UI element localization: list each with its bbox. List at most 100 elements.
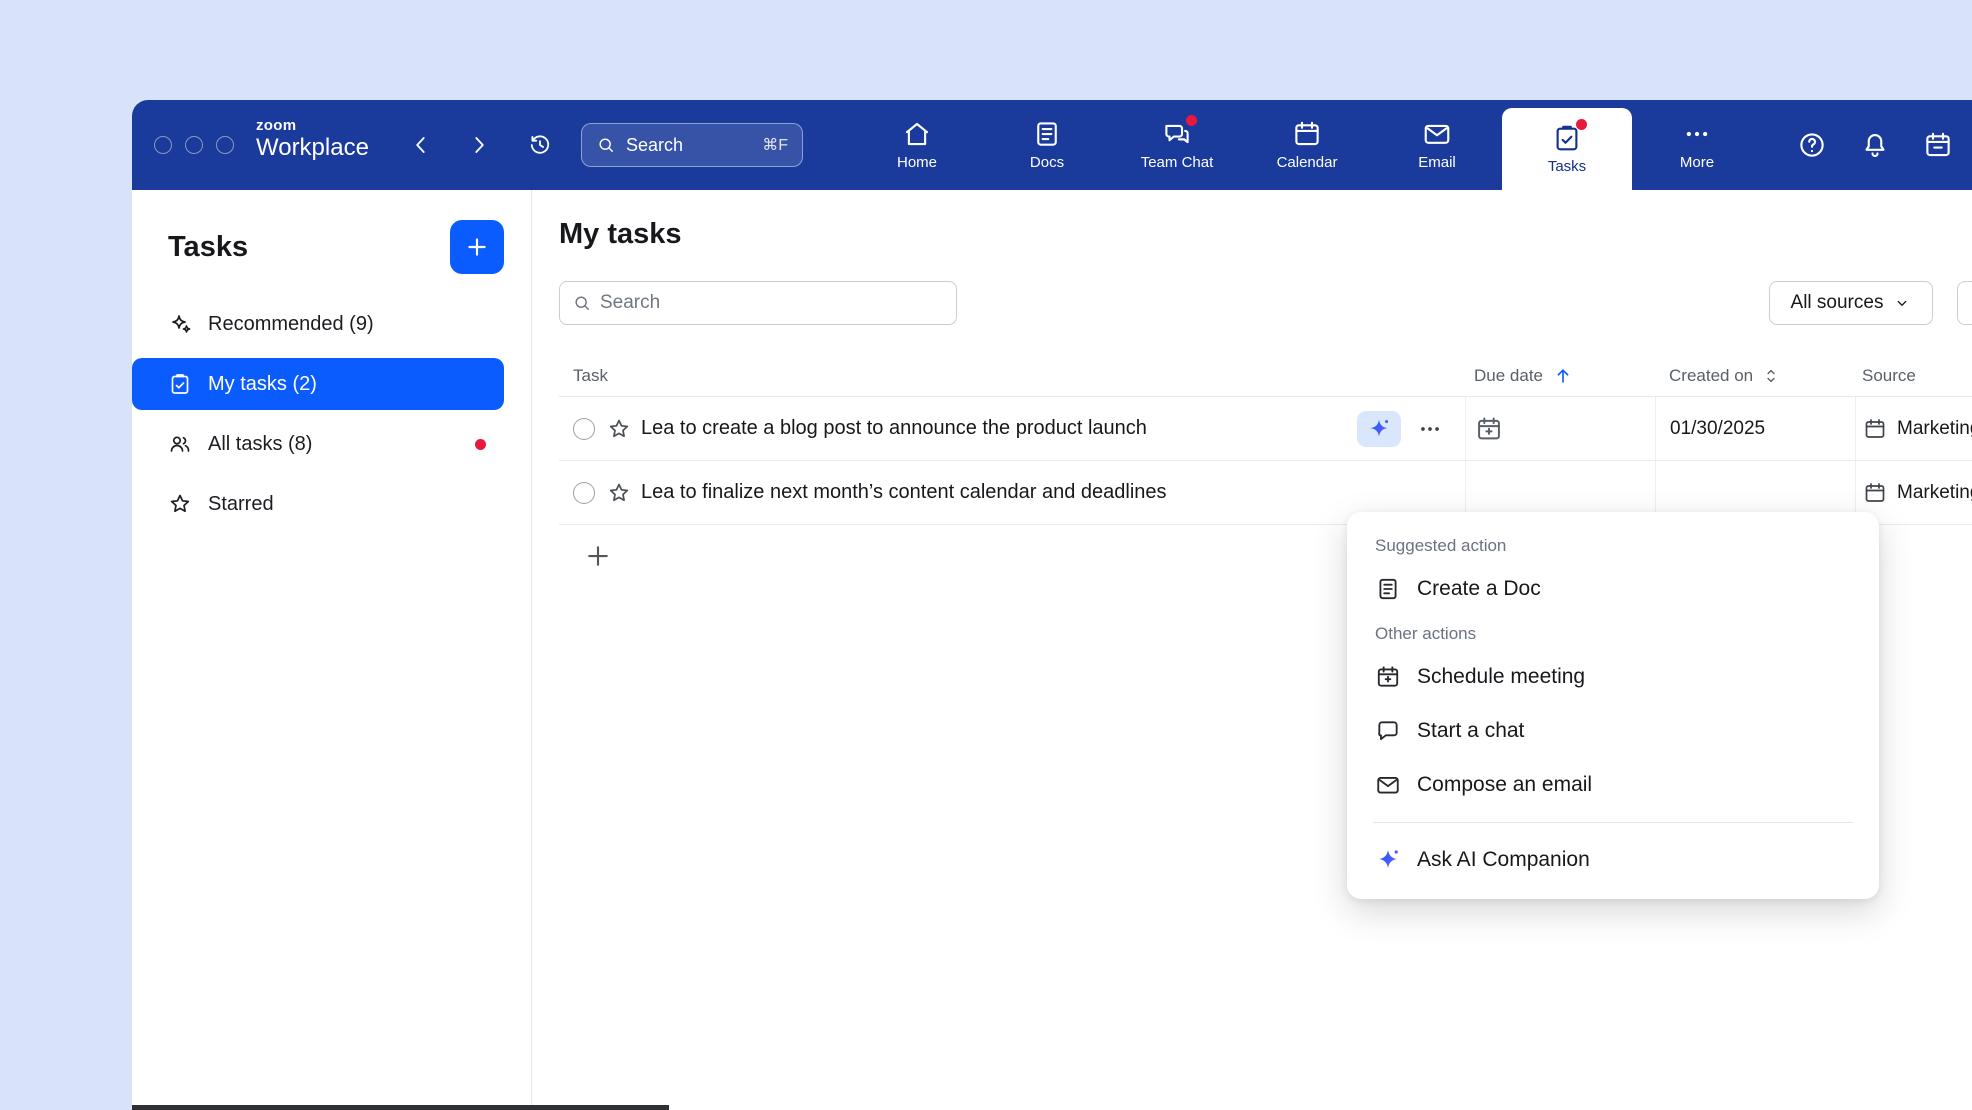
back-button[interactable]: [408, 132, 434, 158]
new-task-button[interactable]: [450, 220, 504, 274]
more-icon: [1682, 119, 1712, 149]
nav-more-label: More: [1680, 154, 1714, 171]
sidebar-item-my-tasks[interactable]: My tasks (2): [132, 358, 504, 410]
ai-actions-menu: Suggested action Create a Doc Other acti…: [1347, 512, 1879, 899]
global-search-button[interactable]: Search ⌘F: [581, 123, 803, 167]
toolbar: All sources: [559, 281, 1946, 325]
nav-team-chat-label: Team Chat: [1141, 154, 1214, 171]
task-search-input[interactable]: [600, 292, 944, 314]
window-bottom-edge: [132, 1105, 669, 1110]
source-calendar-icon: [1863, 417, 1887, 441]
window-zoom-button[interactable]: [216, 136, 234, 154]
column-header-source[interactable]: Source: [1855, 366, 1972, 386]
zoom-workplace-logo: zoom Workplace: [256, 117, 369, 162]
sidebar-header: Tasks: [132, 190, 531, 288]
task-complete-checkbox[interactable]: [573, 482, 595, 504]
nav-home-label: Home: [897, 154, 937, 171]
source-name: Marketing: [1897, 482, 1972, 504]
page-title: My tasks: [559, 218, 1972, 251]
docs-icon: [1032, 119, 1062, 149]
sidebar-item-recommended[interactable]: Recommended (9): [132, 298, 504, 350]
sources-filter-value: All sources: [1791, 292, 1884, 314]
star-icon: [168, 492, 192, 516]
menu-section-label: Suggested action: [1347, 528, 1879, 562]
plus-icon: [583, 541, 613, 571]
search-shortcut: ⌘F: [762, 135, 788, 155]
menu-item-schedule-meeting[interactable]: Schedule meeting: [1347, 650, 1879, 704]
row-more-options-icon[interactable]: [1417, 416, 1443, 442]
home-icon: [902, 119, 932, 149]
chat-bubble-icon: [1375, 718, 1401, 744]
users-icon: [168, 432, 192, 456]
doc-icon: [1375, 576, 1401, 602]
nav-docs[interactable]: Docs: [982, 100, 1112, 190]
menu-section-label: Other actions: [1347, 616, 1879, 650]
task-row-1[interactable]: Lea to create a blog post to announce th…: [559, 397, 1972, 461]
clipped-toolbar-button[interactable]: [1957, 281, 1972, 325]
nav-email-label: Email: [1418, 154, 1456, 171]
nav-email[interactable]: Email: [1372, 100, 1502, 190]
logo-workplace-text: Workplace: [256, 134, 369, 162]
sidebar-item-starred[interactable]: Starred: [132, 478, 504, 530]
created-on-date: 01/30/2025: [1670, 418, 1765, 440]
top-nav-bar: zoom Workplace Search ⌘F Home: [132, 100, 1972, 190]
sidebar-item-label: Starred: [208, 493, 274, 516]
column-header-task[interactable]: Task: [559, 366, 1465, 386]
column-header-due-date[interactable]: Due date: [1465, 366, 1655, 386]
menu-item-start-chat[interactable]: Start a chat: [1347, 704, 1879, 758]
sidebar-item-label: My tasks (2): [208, 373, 317, 396]
add-task-button[interactable]: [583, 541, 615, 573]
schedule-calendar-icon[interactable]: [1923, 130, 1953, 160]
calendar-icon: [1292, 119, 1322, 149]
nav-calendar-label: Calendar: [1277, 154, 1338, 171]
menu-item-label: Create a Doc: [1417, 577, 1541, 601]
nav-home[interactable]: Home: [852, 100, 982, 190]
ai-companion-button[interactable]: [1357, 411, 1401, 447]
window-minimize-button[interactable]: [185, 136, 203, 154]
menu-item-label: Ask AI Companion: [1417, 848, 1590, 872]
menu-item-label: Compose an email: [1417, 773, 1592, 797]
search-icon: [596, 135, 616, 155]
source-calendar-icon: [1863, 481, 1887, 505]
sort-toggle-icon[interactable]: [1761, 366, 1781, 386]
sidebar-item-label: All tasks (8): [208, 433, 312, 456]
tasks-icon: [1552, 123, 1582, 153]
help-icon[interactable]: [1797, 130, 1827, 160]
sidebar-item-label: Recommended (9): [208, 313, 374, 336]
team-chat-notification-dot: [1186, 115, 1197, 126]
menu-divider: [1373, 822, 1853, 823]
window-close-button[interactable]: [154, 136, 172, 154]
task-complete-checkbox[interactable]: [573, 418, 595, 440]
nav-calendar[interactable]: Calendar: [1242, 100, 1372, 190]
task-title[interactable]: Lea to create a blog post to announce th…: [641, 417, 1147, 440]
add-due-date-icon[interactable]: [1475, 415, 1503, 443]
nav-more[interactable]: More: [1632, 100, 1762, 190]
task-title[interactable]: Lea to finalize next month’s content cal…: [641, 481, 1167, 504]
email-icon: [1375, 772, 1401, 798]
history-icon[interactable]: [527, 132, 553, 158]
sort-ascending-icon[interactable]: [1553, 366, 1573, 386]
sidebar-items: Recommended (9) My tasks (2) All tasks (…: [132, 288, 531, 530]
menu-item-compose-email[interactable]: Compose an email: [1347, 758, 1879, 812]
menu-item-label: Schedule meeting: [1417, 665, 1585, 689]
menu-item-create-doc[interactable]: Create a Doc: [1347, 562, 1879, 616]
row-hover-controls: [1357, 411, 1443, 447]
table-header-row: Task Due date Created on Source: [559, 355, 1972, 397]
star-toggle-icon[interactable]: [607, 481, 631, 505]
source-name: Marketing: [1897, 418, 1972, 440]
star-toggle-icon[interactable]: [607, 417, 631, 441]
tasks-sidebar: Tasks Recommended (9) My tasks (2): [132, 190, 532, 1110]
nav-tasks-label: Tasks: [1548, 158, 1586, 175]
nav-team-chat[interactable]: Team Chat: [1112, 100, 1242, 190]
global-search-label: Search: [626, 135, 683, 156]
primary-nav: Home Docs Team Chat Calendar: [852, 100, 1762, 190]
logo-zoom-text: zoom: [256, 117, 369, 134]
sources-filter-dropdown[interactable]: All sources: [1769, 281, 1933, 325]
sidebar-item-all-tasks[interactable]: All tasks (8): [132, 418, 504, 470]
chevron-down-icon: [1893, 294, 1911, 312]
forward-button[interactable]: [466, 132, 492, 158]
column-header-created-on[interactable]: Created on: [1655, 366, 1855, 386]
notifications-bell-icon[interactable]: [1860, 130, 1890, 160]
menu-item-ask-ai-companion[interactable]: Ask AI Companion: [1347, 833, 1879, 887]
nav-tasks[interactable]: Tasks: [1502, 108, 1632, 190]
